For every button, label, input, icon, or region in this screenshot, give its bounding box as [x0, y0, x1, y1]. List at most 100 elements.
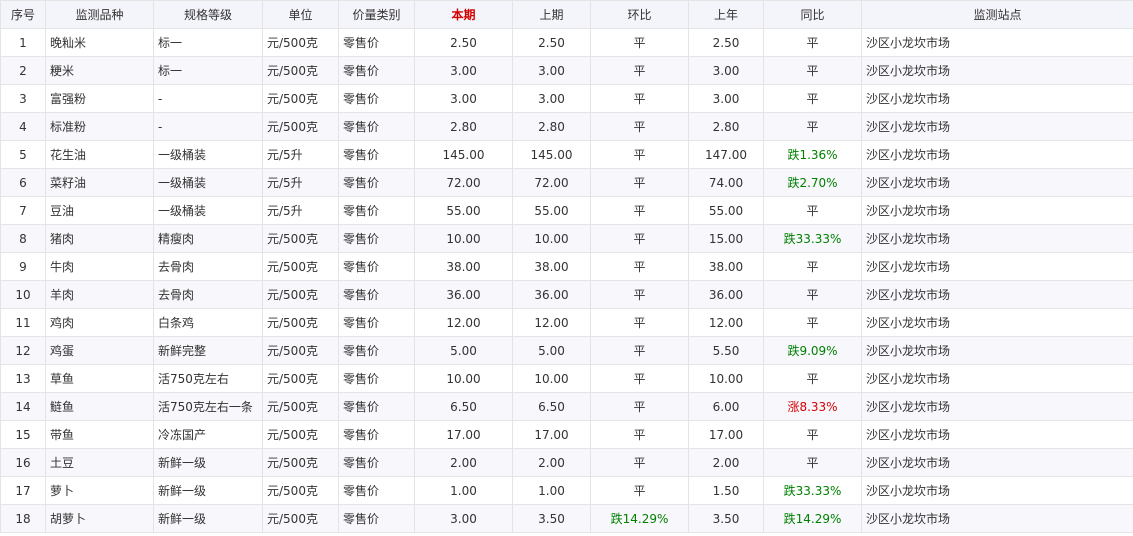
cell-month-on-month: 平 [590, 392, 689, 421]
cell-grade: 新鲜一级 [153, 504, 263, 533]
cell-index: 7 [0, 196, 46, 225]
cell-unit: 元/500克 [262, 448, 339, 477]
cell-current-period: 6.50 [414, 392, 513, 421]
cell-grade: - [153, 84, 263, 113]
cell-unit: 元/500克 [262, 224, 339, 253]
header-monitor-site: 监测站点 [861, 0, 1133, 29]
cell-month-on-month: 平 [590, 224, 689, 253]
cell-price-type: 零售价 [338, 476, 415, 505]
cell-index: 17 [0, 476, 46, 505]
cell-unit: 元/500克 [262, 476, 339, 505]
cell-month-on-month: 平 [590, 140, 689, 169]
cell-last-year: 15.00 [688, 224, 764, 253]
cell-price-type: 零售价 [338, 364, 415, 393]
cell-current-period: 145.00 [414, 140, 513, 169]
cell-previous-period: 3.00 [512, 56, 591, 85]
cell-monitor-site: 沙区小龙坎市场 [861, 392, 1133, 421]
cell-year-on-year: 平 [763, 364, 862, 393]
cell-monitor-site: 沙区小龙坎市场 [861, 336, 1133, 365]
cell-year-on-year: 平 [763, 56, 862, 85]
table-row: 13 草鱼 活750克左右 元/500克 零售价 10.00 10.00 平 10.00 平沙区小… [0, 364, 1133, 393]
cell-previous-period: 3.00 [512, 84, 591, 113]
header-month-on-month: 环比 [590, 0, 689, 29]
cell-price-type: 零售价 [338, 140, 415, 169]
cell-item: 草鱼 [45, 364, 154, 393]
cell-monitor-site: 沙区小龙坎市场 [861, 84, 1133, 113]
cell-previous-period: 10.00 [512, 364, 591, 393]
cell-item: 晚籼米 [45, 28, 154, 57]
cell-previous-period: 2.80 [512, 112, 591, 141]
cell-previous-period: 36.00 [512, 280, 591, 309]
cell-previous-period: 2.00 [512, 448, 591, 477]
cell-item: 鸡蛋 [45, 336, 154, 365]
header-item: 监测品种 [45, 0, 154, 29]
cell-index: 15 [0, 420, 46, 449]
cell-price-type: 零售价 [338, 28, 415, 57]
cell-monitor-site: 沙区小龙坎市场 [861, 140, 1133, 169]
table-body: 1 晚籼米 标一 元/500克 零售价 2.50 2.50 平 2.50 平沙区小龙坎市场 2 粳米标… [0, 28, 1133, 533]
cell-month-on-month: 平 [590, 280, 689, 309]
cell-unit: 元/500克 [262, 56, 339, 85]
cell-price-type: 零售价 [338, 504, 415, 533]
cell-current-period: 2.80 [414, 112, 513, 141]
cell-price-type: 零售价 [338, 112, 415, 141]
cell-last-year: 36.00 [688, 280, 764, 309]
cell-previous-period: 6.50 [512, 392, 591, 421]
cell-item: 胡萝卜 [45, 504, 154, 533]
header-previous-period: 上期 [512, 0, 591, 29]
cell-monitor-site: 沙区小龙坎市场 [861, 28, 1133, 57]
cell-monitor-site: 沙区小龙坎市场 [861, 280, 1133, 309]
cell-item: 标准粉 [45, 112, 154, 141]
cell-current-period: 3.00 [414, 504, 513, 533]
cell-year-on-year: 跌14.29% [763, 504, 862, 533]
cell-year-on-year: 涨8.33% [763, 392, 862, 421]
cell-item: 粳米 [45, 56, 154, 85]
cell-index: 9 [0, 252, 46, 281]
cell-monitor-site: 沙区小龙坎市场 [861, 112, 1133, 141]
table-row: 18 胡萝卜 新鲜一级 元/500克 零售价 3.00 3.50 跌14.29% 3.50 跌14… [0, 504, 1133, 533]
cell-item: 土豆 [45, 448, 154, 477]
cell-last-year: 55.00 [688, 196, 764, 225]
header-index: 序号 [0, 0, 46, 29]
cell-index: 1 [0, 28, 46, 57]
cell-last-year: 2.00 [688, 448, 764, 477]
cell-grade: 精瘦肉 [153, 224, 263, 253]
header-current-period: 本期 [414, 0, 513, 29]
cell-current-period: 36.00 [414, 280, 513, 309]
table-row: 7 豆油 一级桶装 元/5升 零售价 55.00 55.00 平 55.00 平沙区小龙坎市场 [0, 196, 1133, 225]
cell-last-year: 12.00 [688, 308, 764, 337]
cell-year-on-year: 跌33.33% [763, 224, 862, 253]
cell-previous-period: 12.00 [512, 308, 591, 337]
cell-index: 3 [0, 84, 46, 113]
cell-last-year: 5.50 [688, 336, 764, 365]
cell-grade: 新鲜完整 [153, 336, 263, 365]
cell-previous-period: 3.50 [512, 504, 591, 533]
cell-monitor-site: 沙区小龙坎市场 [861, 476, 1133, 505]
cell-item: 牛肉 [45, 252, 154, 281]
cell-grade: 标一 [153, 28, 263, 57]
header-last-year: 上年 [688, 0, 764, 29]
cell-item: 羊肉 [45, 280, 154, 309]
cell-index: 12 [0, 336, 46, 365]
cell-unit: 元/5升 [262, 140, 339, 169]
price-monitor-table: 序号 监测品种 规格等级 单位 价量类别 本期 上期 环比 上年 同比 监测站点… [0, 0, 1133, 533]
cell-grade: - [153, 112, 263, 141]
cell-unit: 元/500克 [262, 112, 339, 141]
cell-month-on-month: 平 [590, 476, 689, 505]
cell-index: 14 [0, 392, 46, 421]
cell-month-on-month: 平 [590, 308, 689, 337]
cell-grade: 活750克左右 [153, 364, 263, 393]
cell-year-on-year: 平 [763, 84, 862, 113]
cell-monitor-site: 沙区小龙坎市场 [861, 448, 1133, 477]
cell-price-type: 零售价 [338, 168, 415, 197]
cell-year-on-year: 平 [763, 420, 862, 449]
cell-month-on-month: 平 [590, 420, 689, 449]
cell-last-year: 17.00 [688, 420, 764, 449]
cell-month-on-month: 平 [590, 84, 689, 113]
cell-price-type: 零售价 [338, 308, 415, 337]
cell-last-year: 2.50 [688, 28, 764, 57]
cell-monitor-site: 沙区小龙坎市场 [861, 56, 1133, 85]
cell-current-period: 10.00 [414, 224, 513, 253]
cell-year-on-year: 平 [763, 308, 862, 337]
cell-current-period: 3.00 [414, 84, 513, 113]
